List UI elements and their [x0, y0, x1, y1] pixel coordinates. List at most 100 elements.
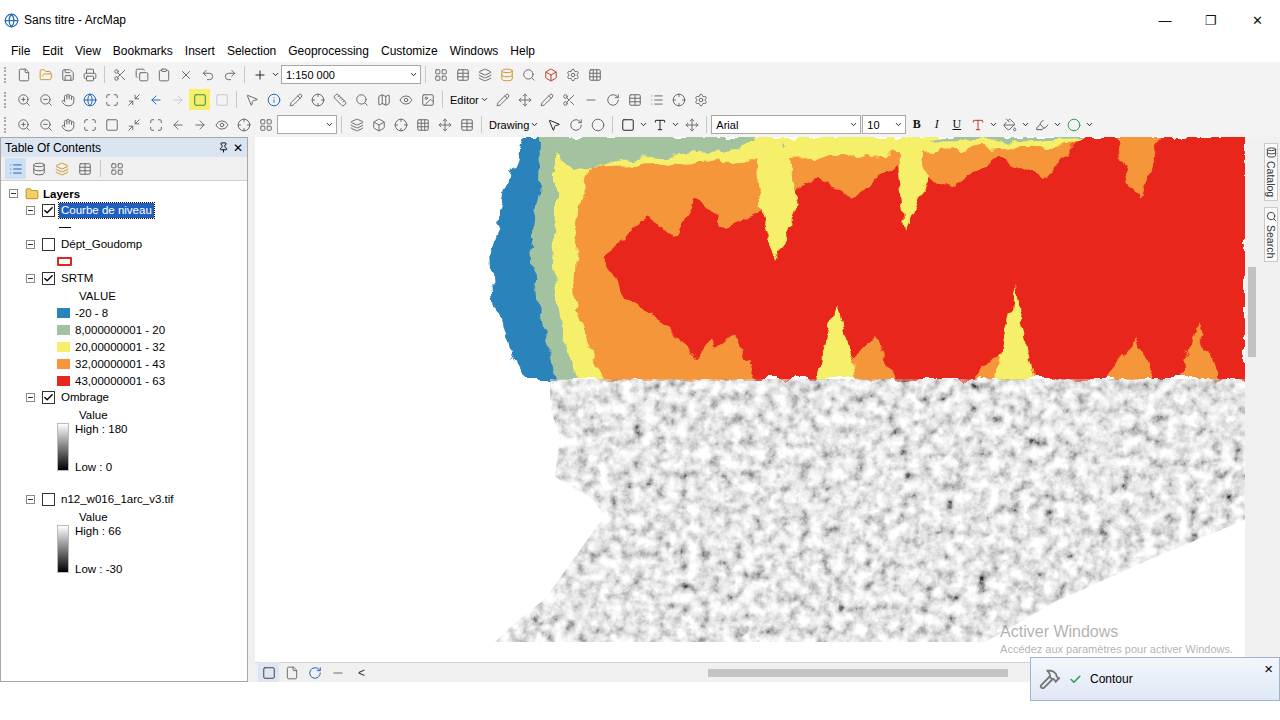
reshape[interactable] [537, 89, 558, 110]
map-canvas[interactable]: Activer WindowsAccédez aux paramètres po… [255, 137, 1245, 662]
clear-selection[interactable] [211, 89, 232, 110]
format-button[interactable]: U [947, 115, 966, 135]
edit-vertices[interactable] [681, 114, 702, 135]
layer-name[interactable]: SRTM [59, 271, 95, 286]
list-by-visibility[interactable] [51, 158, 72, 179]
list-by-selection[interactable] [74, 158, 95, 179]
select-features[interactable] [189, 89, 210, 110]
expander[interactable] [26, 274, 35, 283]
python[interactable] [562, 64, 583, 85]
list-by-source[interactable] [28, 158, 49, 179]
toc-close-button[interactable]: ✕ [233, 141, 243, 155]
menu-item[interactable]: Help [504, 42, 541, 60]
layout-out[interactable] [145, 114, 166, 135]
layer-checkbox[interactable] [42, 272, 55, 285]
paste[interactable] [153, 64, 174, 85]
layout-zoom-field[interactable] [277, 115, 337, 134]
font-select[interactable]: Arial [711, 115, 861, 134]
select-elements[interactable] [241, 89, 262, 110]
copy[interactable] [131, 64, 152, 85]
rotate[interactable] [603, 89, 624, 110]
layer-row[interactable]: SRTM [1, 270, 247, 287]
legend-class[interactable]: 8,000000001 - 20 [1, 321, 247, 338]
menu-item[interactable]: Insert [179, 42, 221, 60]
sketch-props[interactable] [647, 89, 668, 110]
layer-group[interactable]: Layers [1, 185, 247, 202]
undo[interactable] [197, 64, 218, 85]
layout-full[interactable] [79, 114, 100, 135]
save[interactable] [57, 64, 78, 85]
legend-class[interactable]: 20,00000001 - 32 [1, 338, 247, 355]
cut-polygon[interactable] [559, 89, 580, 110]
layout-back[interactable] [167, 114, 188, 135]
change-layout[interactable] [255, 114, 276, 135]
more[interactable] [691, 89, 712, 110]
legend-stretch[interactable]: High : 66Low : -30 [1, 525, 247, 575]
fixed-zoom-out[interactable] [123, 89, 144, 110]
menu-item[interactable]: Geoprocessing [282, 42, 375, 60]
layout-zoom-out[interactable] [35, 114, 56, 135]
layer-name[interactable]: n12_w016_1arc_v3.tif [59, 492, 176, 507]
open[interactable] [35, 64, 56, 85]
print[interactable] [79, 64, 100, 85]
legend-polygon-symbol[interactable] [1, 253, 247, 270]
window-control-button[interactable]: ❐ [1188, 0, 1234, 40]
expander[interactable] [26, 393, 35, 402]
attributes[interactable] [625, 89, 646, 110]
layer-row[interactable]: Ombrage [1, 389, 247, 406]
text[interactable] [649, 114, 670, 135]
layout-in[interactable] [123, 114, 144, 135]
contour-notification[interactable]: Contour× [1030, 657, 1280, 701]
fill-color[interactable] [999, 114, 1020, 135]
redo[interactable] [219, 64, 240, 85]
zoom-whole-page[interactable] [587, 114, 608, 135]
legend-class[interactable]: 43,00000001 - 63 [1, 372, 247, 389]
catalog[interactable] [496, 64, 517, 85]
expander[interactable] [26, 206, 35, 215]
expander[interactable] [26, 495, 35, 504]
georef-5[interactable] [434, 114, 455, 135]
legend-line-symbol[interactable] [1, 219, 247, 236]
cut[interactable] [109, 64, 130, 85]
time-slider[interactable] [395, 89, 416, 110]
next-extent[interactable] [167, 89, 188, 110]
html-popup[interactable] [285, 89, 306, 110]
layer-name[interactable]: Courbe de niveau [59, 203, 154, 218]
window-control-button[interactable]: ✕ [1234, 0, 1280, 40]
identify[interactable] [263, 89, 284, 110]
georef-6[interactable] [456, 114, 477, 135]
legend-stretch[interactable]: High : 180Low : 0 [1, 423, 247, 473]
zoom-in[interactable] [13, 89, 34, 110]
focus-frame[interactable] [233, 114, 254, 135]
drawing-menu[interactable]: Drawing [486, 115, 542, 135]
layout-view[interactable] [281, 662, 302, 683]
hyperlink[interactable] [307, 89, 328, 110]
layout-pan[interactable] [57, 114, 78, 135]
legend-class[interactable]: -20 - 8 [1, 304, 247, 321]
toggle-draft[interactable] [211, 114, 232, 135]
sketch[interactable] [493, 89, 514, 110]
menu-item[interactable]: Edit [36, 42, 69, 60]
notification-close-button[interactable]: × [1264, 660, 1273, 677]
pin-icon[interactable] [218, 142, 229, 153]
pan[interactable] [57, 89, 78, 110]
search-window[interactable] [518, 64, 539, 85]
georef-1[interactable] [346, 114, 367, 135]
add-data[interactable] [249, 64, 270, 85]
editor-toolbar[interactable] [430, 64, 451, 85]
layer-row[interactable]: n12_w016_1arc_v3.tif [1, 491, 247, 508]
legend-class[interactable]: 32,00000001 - 43 [1, 355, 247, 372]
font-size-select[interactable]: 10 [862, 115, 906, 134]
format-button[interactable]: I [927, 115, 946, 135]
layer-checkbox[interactable] [42, 238, 55, 251]
side-tab[interactable]: Catalog [1264, 143, 1278, 201]
model-builder[interactable] [584, 64, 605, 85]
layer-row[interactable]: Courbe de niveau [1, 202, 247, 219]
find[interactable] [351, 89, 372, 110]
rotate-element[interactable] [565, 114, 586, 135]
side-tab[interactable]: Search [1264, 207, 1278, 262]
line-color[interactable] [1031, 114, 1052, 135]
layout-fwd[interactable] [189, 114, 210, 135]
georef-2[interactable] [368, 114, 389, 135]
scale-select[interactable]: 1:150 000 [281, 65, 421, 84]
